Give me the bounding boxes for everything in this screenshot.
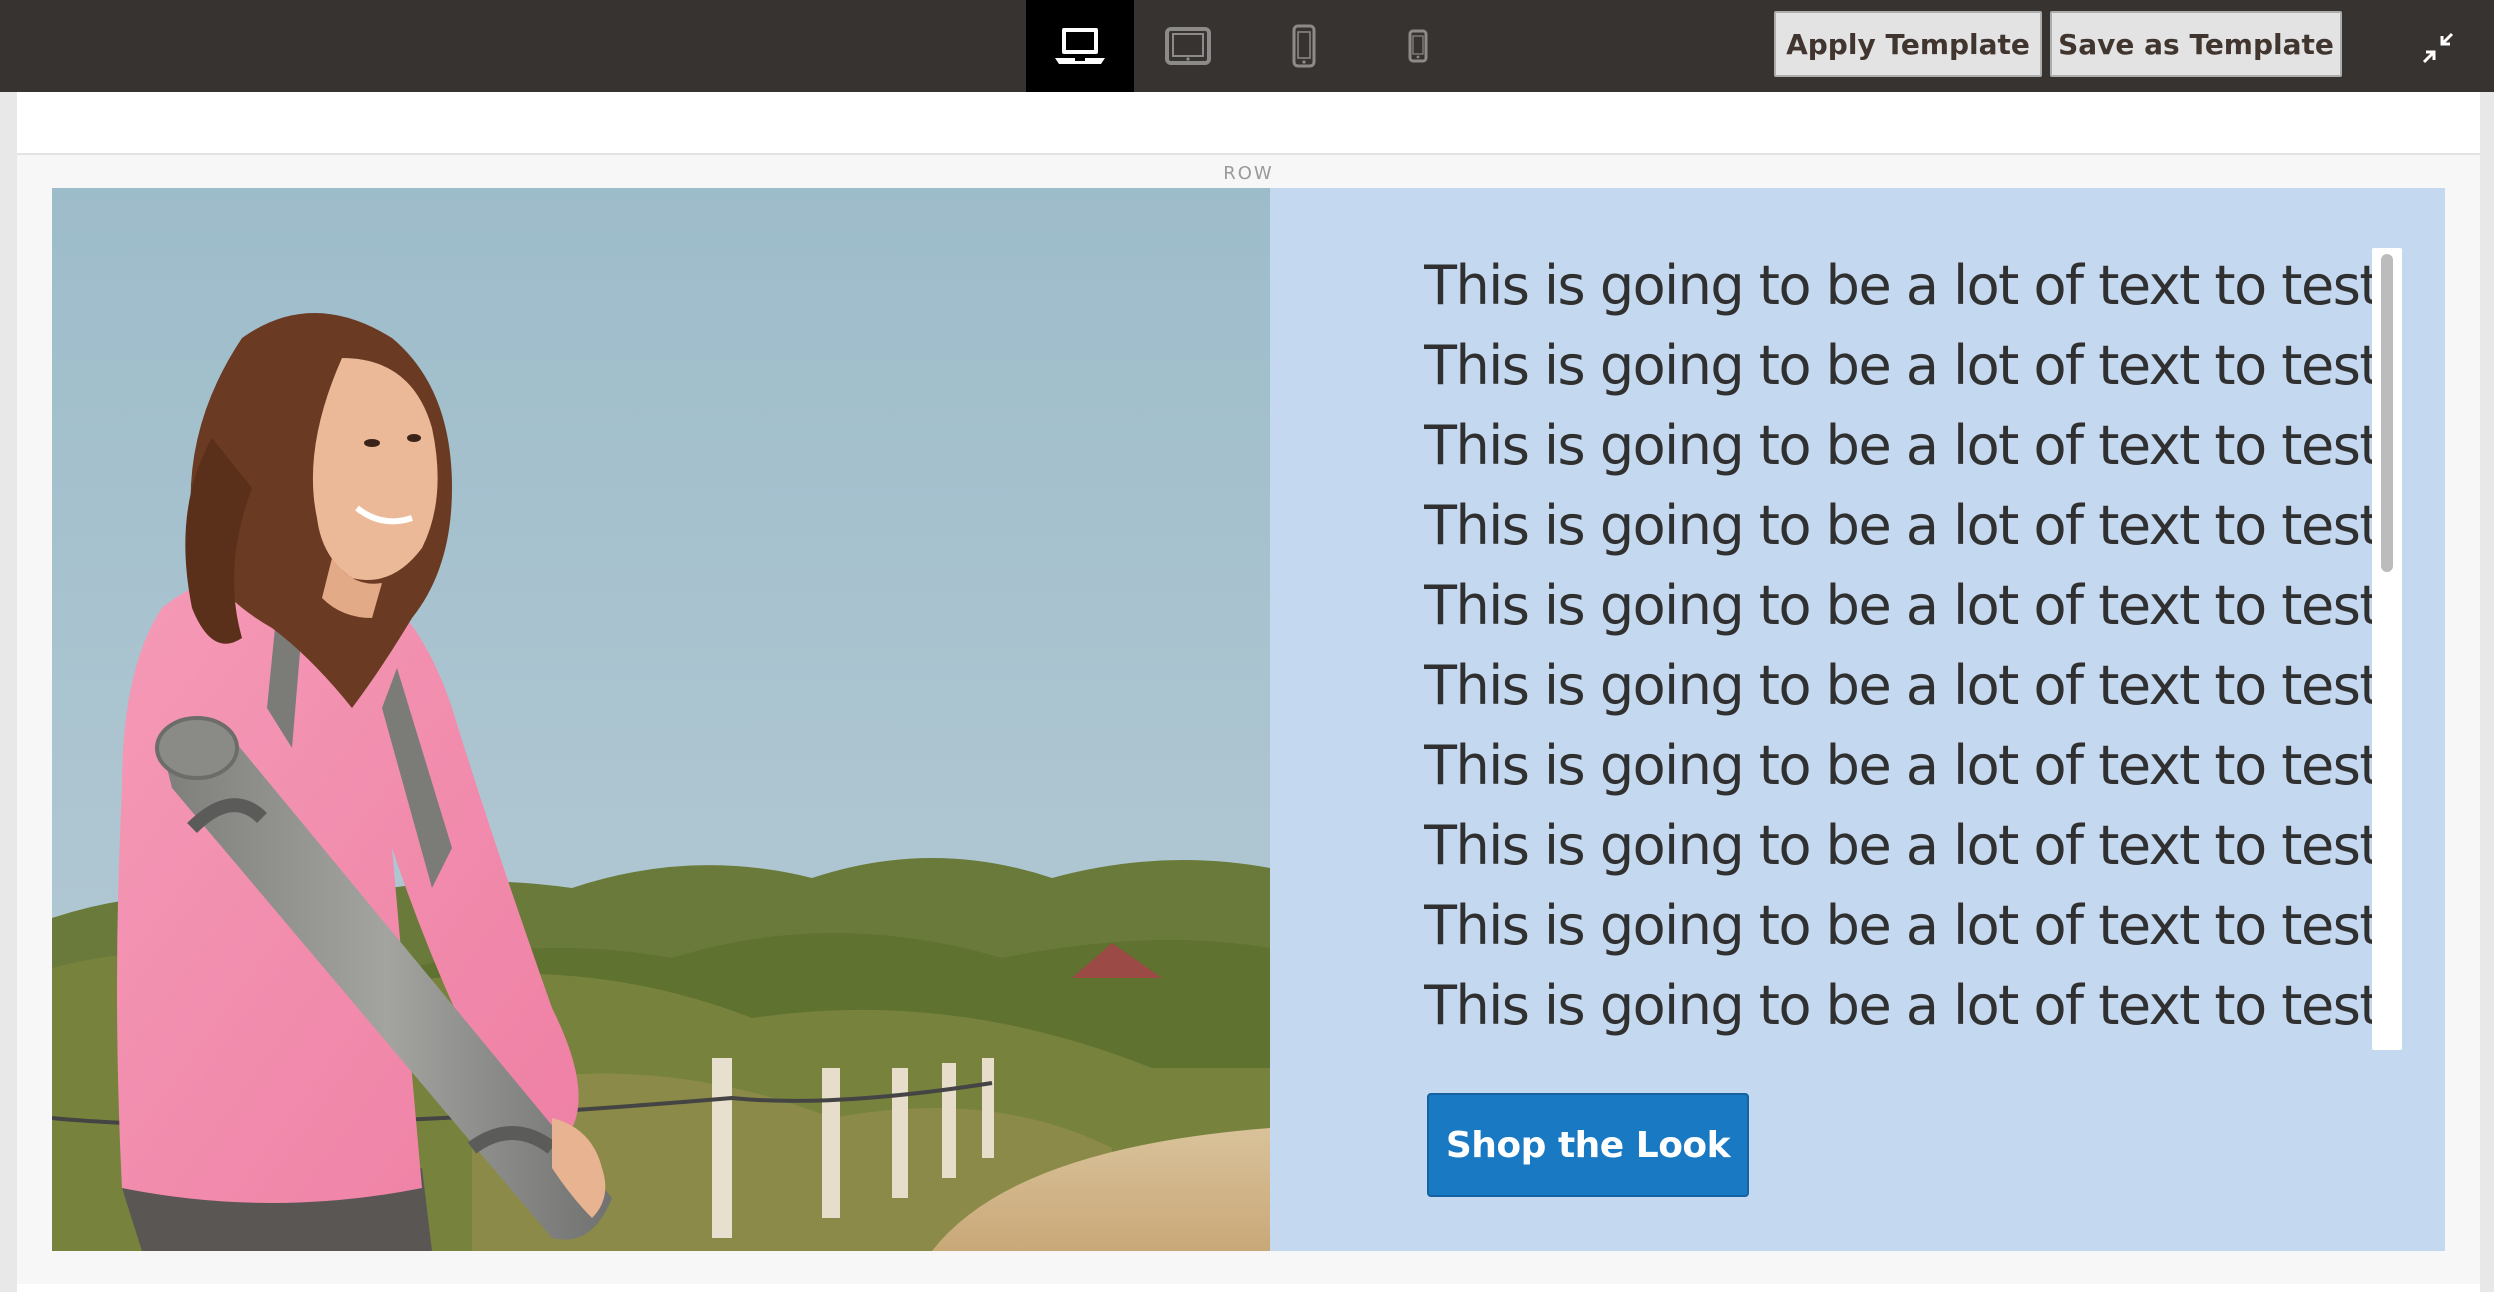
stage-bottom-area [17, 1284, 2480, 1292]
mobile-icon [1292, 24, 1316, 68]
scrollbar-thumb[interactable] [2381, 254, 2393, 572]
save-as-template-button[interactable]: Save as Template [2050, 11, 2342, 77]
text-line: This is going to be a lot of text to tes… [1424, 494, 2384, 557]
banner-row: This is going to be a lot of text to tes… [52, 188, 2445, 1251]
apply-template-button[interactable]: Apply Template [1774, 11, 2042, 77]
laptop-icon [1055, 28, 1105, 64]
text-line: This is going to be a lot of text to tes… [1424, 414, 2384, 477]
photo-woman-yoga-mat [52, 188, 1270, 1251]
device-tablet-button[interactable] [1134, 0, 1242, 92]
text-line: This is going to be a lot of text to tes… [1424, 894, 2384, 957]
text-line: This is going to be a lot of text to tes… [1424, 654, 2384, 717]
stage-top-area [17, 92, 2480, 155]
banner-image [52, 188, 1270, 1251]
collapse-fullscreen-button[interactable] [2416, 26, 2460, 70]
tablet-landscape-icon [1165, 27, 1211, 65]
device-desktop-button[interactable] [1026, 0, 1134, 92]
banner-text-content: This is going to be a lot of text to tes… [1424, 246, 2384, 1046]
text-line: This is going to be a lot of text to tes… [1424, 334, 2384, 397]
text-line: This is going to be a lot of text to tes… [1424, 814, 2384, 877]
collapse-fullscreen-icon [2422, 32, 2454, 64]
top-toolbar: Apply Template Save as Template [0, 0, 2494, 92]
device-mobile-button[interactable] [1250, 0, 1358, 92]
mobile-small-icon [1408, 29, 1428, 63]
text-line: This is going to be a lot of text to tes… [1424, 734, 2384, 797]
text-scrollbar[interactable] [2372, 248, 2402, 1050]
pagebuilder-stage: ROW This is going to be a lot of text to… [17, 155, 2480, 1285]
text-line: This is going to be a lot of text to tes… [1424, 974, 2384, 1037]
shop-the-look-button[interactable]: Shop the Look [1427, 1093, 1749, 1197]
text-line: This is going to be a lot of text to tes… [1424, 254, 2384, 317]
device-mobile-small-button[interactable] [1364, 0, 1472, 92]
text-line: This is going to be a lot of text to tes… [1424, 574, 2384, 637]
row-label: ROW [1223, 163, 1274, 184]
